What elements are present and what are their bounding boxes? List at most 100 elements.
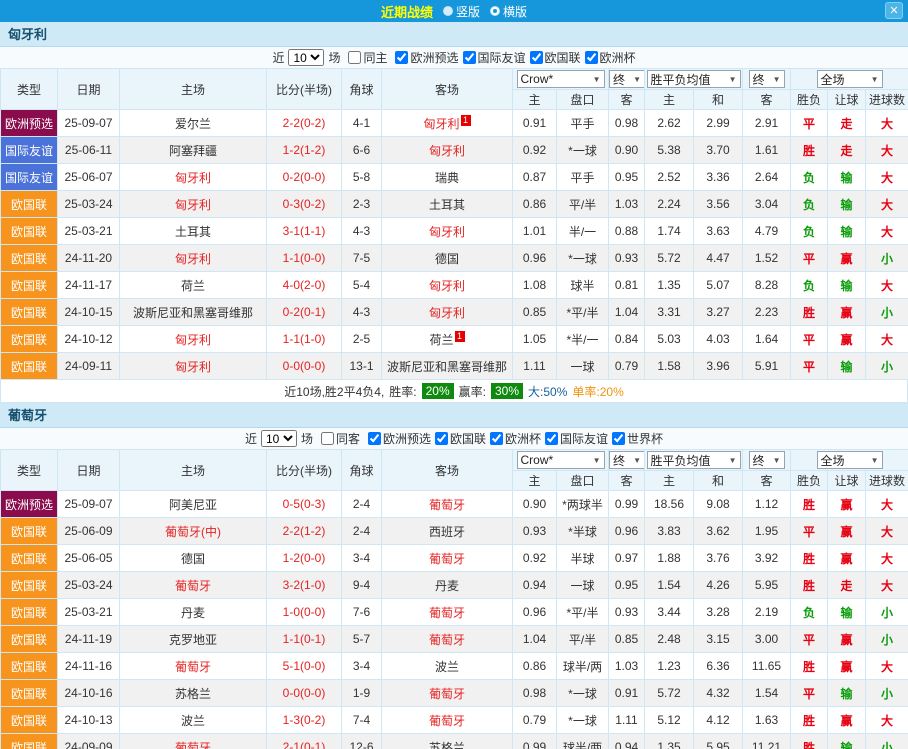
corner-cell: 6-6 (342, 137, 382, 164)
league-filter-checkbox[interactable]: 欧洲杯 (486, 430, 541, 447)
asia-home-odds: 0.90 (513, 491, 557, 518)
league-label: 国际友谊 (478, 49, 526, 66)
asia-home-odds: 0.99 (513, 734, 557, 749)
asia-handicap: 平手 (557, 164, 609, 191)
same-venue-input[interactable] (321, 432, 334, 445)
match-type-badge: 欧国联 (1, 353, 58, 380)
chevron-down-icon: ▼ (729, 456, 737, 465)
col-asia-away: 客 (609, 90, 645, 110)
same-venue-checkbox[interactable]: 同主 (344, 49, 387, 66)
score-cell: 1-1(1-0) (267, 326, 342, 353)
league-checkbox-input[interactable] (545, 432, 558, 445)
filter-bar-hungary: 近 10 场 同主 欧洲预选国际友谊欧国联欧洲杯 (0, 47, 908, 68)
result-wdl: 胜 (791, 299, 828, 326)
games-label: 场 (328, 49, 340, 66)
match-type-badge: 国际友谊 (1, 137, 58, 164)
league-checkbox-input[interactable] (395, 51, 408, 64)
odds-company-select[interactable]: Crow*▼ (517, 451, 605, 469)
col-euro-home: 主 (645, 90, 694, 110)
league-checkbox-input[interactable] (490, 432, 503, 445)
europe-final-select[interactable]: 终▼ (749, 451, 785, 469)
league-checkbox-input[interactable] (368, 432, 381, 445)
asia-away-odds: 1.11 (609, 707, 645, 734)
match-date: 25-09-07 (58, 110, 120, 137)
corner-cell: 5-7 (342, 626, 382, 653)
league-checkbox-input[interactable] (463, 51, 476, 64)
match-type-badge: 欧国联 (1, 272, 58, 299)
corner-cell: 12-6 (342, 734, 382, 749)
col-asia-home: 主 (513, 90, 557, 110)
away-team-cell: 西班牙 (382, 518, 513, 545)
team-name: 阿美尼亚 (169, 498, 217, 512)
wdl-average-select[interactable]: 胜平负均值▼ (647, 70, 741, 88)
asia-away-odds: 0.94 (609, 734, 645, 749)
result-goals: 大 (866, 707, 908, 734)
asia-home-odds: 0.96 (513, 599, 557, 626)
corner-cell: 13-1 (342, 353, 382, 380)
league-filter-checkbox[interactable]: 国际友谊 (459, 49, 526, 66)
league-filter-checkbox[interactable]: 欧国联 (526, 49, 581, 66)
asia-handicap: 球半/两 (557, 734, 609, 749)
league-checkbox-input[interactable] (530, 51, 543, 64)
chevron-down-icon: ▼ (773, 456, 781, 465)
league-checkbox-input[interactable] (585, 51, 598, 64)
league-filter-checkbox[interactable]: 欧洲预选 (364, 430, 431, 447)
close-icon[interactable]: ✕ (885, 2, 903, 19)
euro-away-odds: 2.91 (743, 110, 791, 137)
asia-away-odds: 0.90 (609, 137, 645, 164)
score-cell: 0-3(0-2) (267, 191, 342, 218)
europe-final-select[interactable]: 终▼ (749, 70, 785, 88)
league-checkbox-input[interactable] (435, 432, 448, 445)
asia-home-odds: 0.96 (513, 245, 557, 272)
euro-home-odds: 1.88 (645, 545, 694, 572)
col-date: 日期 (58, 450, 120, 491)
full-match-select[interactable]: 全场▼ (817, 70, 883, 88)
result-wdl: 负 (791, 164, 828, 191)
result-wdl: 胜 (791, 734, 828, 749)
league-filter-checkbox[interactable]: 国际友谊 (541, 430, 608, 447)
same-venue-checkbox[interactable]: 同客 (317, 430, 360, 447)
wdl-average-select[interactable]: 胜平负均值▼ (647, 451, 741, 469)
league-filter-checkbox[interactable]: 欧洲杯 (581, 49, 636, 66)
result-goals: 小 (866, 626, 908, 653)
match-row: 欧国联25-03-24葡萄牙3-2(1-0)9-4丹麦0.94一球0.951.5… (1, 572, 908, 599)
away-team-cell: 葡萄牙 (382, 599, 513, 626)
team-name: 爱尔兰 (175, 117, 211, 131)
league-label: 欧洲预选 (383, 430, 431, 447)
col-goals: 进球数 (866, 471, 908, 491)
asia-final-select[interactable]: 终▼ (609, 70, 645, 88)
layout-vertical-radio[interactable]: 竖版 (443, 3, 480, 20)
col-euro-away: 客 (743, 90, 791, 110)
recent-count-select[interactable]: 10 (261, 430, 297, 447)
col-handicap: 让球 (828, 471, 866, 491)
league-filter-checkbox[interactable]: 世界杯 (608, 430, 663, 447)
league-filter-checkbox[interactable]: 欧洲预选 (391, 49, 458, 66)
away-team-cell: 葡萄牙 (382, 707, 513, 734)
match-date: 24-10-15 (58, 299, 120, 326)
asia-final-select[interactable]: 终▼ (609, 451, 645, 469)
asia-handicap: *半球 (557, 518, 609, 545)
odds-company-select[interactable]: Crow*▼ (517, 70, 605, 88)
recent-count-select[interactable]: 10 (288, 49, 324, 66)
asia-home-odds: 0.92 (513, 137, 557, 164)
chevron-down-icon: ▼ (633, 456, 641, 465)
dialog-title: 近期战绩 (381, 2, 433, 21)
asia-handicap: 一球 (557, 353, 609, 380)
same-venue-input[interactable] (348, 51, 361, 64)
team-name: 苏格兰 (429, 741, 465, 749)
result-goals: 大 (866, 110, 908, 137)
single-rate-text: 单率:20% (572, 383, 623, 400)
chevron-down-icon: ▼ (593, 75, 601, 84)
col-asia-line: 盘口 (557, 90, 609, 110)
result-goals: 小 (866, 299, 908, 326)
match-type-badge: 欧洲预选 (1, 491, 58, 518)
match-date: 24-10-16 (58, 680, 120, 707)
asia-handicap: *平/半 (557, 299, 609, 326)
league-filter-checkbox[interactable]: 欧国联 (431, 430, 486, 447)
layout-horizontal-radio[interactable]: 横版 (490, 3, 527, 20)
asia-away-odds: 1.03 (609, 653, 645, 680)
league-checkbox-input[interactable] (612, 432, 625, 445)
full-match-select[interactable]: 全场▼ (817, 451, 883, 469)
match-row: 欧国联24-09-11匈牙利0-0(0-0)13-1波斯尼亚和黑塞哥维那1.11… (1, 353, 908, 380)
result-wdl: 平 (791, 110, 828, 137)
